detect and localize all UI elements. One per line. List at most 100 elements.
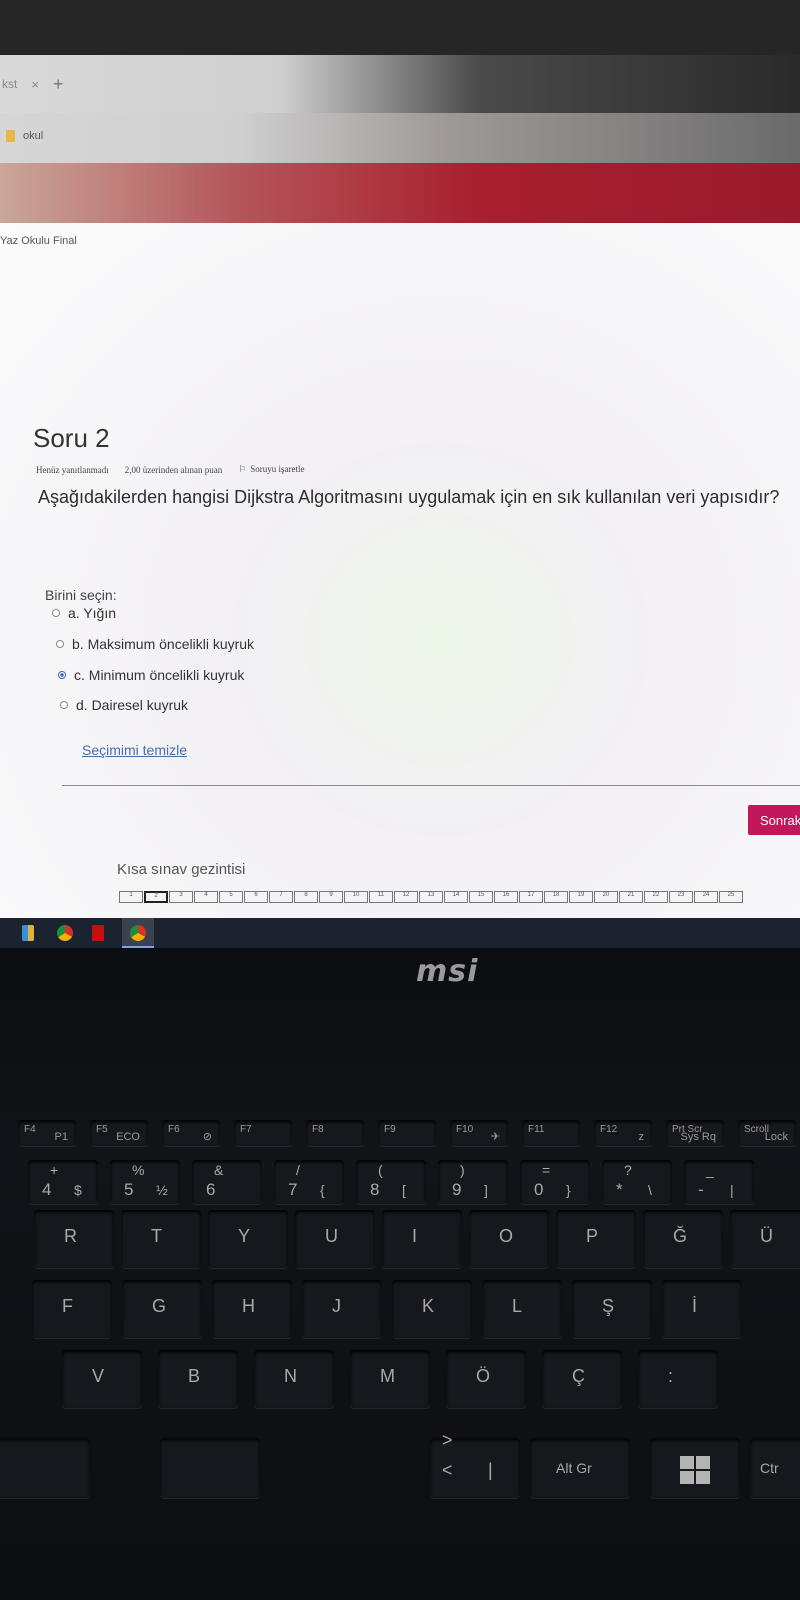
netflix-icon[interactable] (92, 925, 104, 941)
letter-key[interactable]: Ö (446, 1350, 526, 1408)
quiz-nav-button[interactable]: 25 (719, 891, 743, 903)
radio-button[interactable] (52, 609, 60, 617)
letter-key[interactable]: V (62, 1350, 142, 1408)
ctrl-key[interactable]: Ctr (750, 1438, 800, 1498)
quiz-nav-button[interactable]: 1 (119, 891, 143, 903)
answer-option-d[interactable]: d. Dairesel kuyruk (60, 697, 188, 713)
letter-key[interactable]: : (638, 1350, 718, 1408)
tab-title: kst (2, 77, 18, 91)
key-label: ? (624, 1162, 632, 1178)
keyboard-key[interactable] (0, 1438, 90, 1498)
answer-option-c[interactable]: c. Minimum öncelikli kuyruk (58, 667, 244, 683)
key-label: F4 (24, 1124, 36, 1135)
quiz-nav-button[interactable]: 17 (519, 891, 543, 903)
next-button[interactable]: Sonrak (748, 805, 800, 835)
windows-key[interactable] (650, 1438, 740, 1498)
file-explorer-icon[interactable] (22, 925, 34, 941)
letter-key[interactable]: Ş (572, 1280, 652, 1338)
number-key[interactable]: & 6 (192, 1160, 262, 1204)
quiz-nav-button[interactable]: 4 (194, 891, 218, 903)
new-tab-icon[interactable]: + (53, 74, 64, 95)
function-key[interactable]: F12 z (594, 1120, 652, 1146)
function-key[interactable]: F4 P1 (18, 1120, 76, 1146)
number-key[interactable]: ? * \ (602, 1160, 672, 1204)
letter-key[interactable]: Ç (542, 1350, 622, 1408)
letter-key[interactable]: H (212, 1280, 292, 1338)
flag-question-link[interactable]: ⚐ Soruyu işaretle (238, 464, 304, 475)
key-sublabel: Lock (764, 1131, 788, 1143)
bookmark-okul[interactable]: okul (6, 130, 43, 142)
quiz-nav-button[interactable]: 2 (144, 891, 168, 903)
quiz-nav-button[interactable]: 10 (344, 891, 368, 903)
quiz-nav-button[interactable]: 24 (694, 891, 718, 903)
number-key[interactable]: % 5 ½ (110, 1160, 180, 1204)
altgr-key[interactable]: Alt Gr (530, 1438, 630, 1498)
letter-key[interactable]: G (122, 1280, 202, 1338)
letter-key[interactable]: P (556, 1210, 636, 1268)
function-key[interactable]: F11 (522, 1120, 580, 1146)
tab-close-icon[interactable]: × (31, 77, 39, 92)
function-key[interactable]: F10 ✈ (450, 1120, 508, 1146)
quiz-nav-button[interactable]: 19 (569, 891, 593, 903)
function-key[interactable]: F9 (378, 1120, 436, 1146)
quiz-nav-button[interactable]: 16 (494, 891, 518, 903)
quiz-nav-button[interactable]: 20 (594, 891, 618, 903)
function-key[interactable]: Scroll Lock (738, 1120, 796, 1146)
quiz-nav-button[interactable]: 8 (294, 891, 318, 903)
number-key[interactable]: (8 [ (356, 1160, 426, 1204)
chrome-icon[interactable] (130, 925, 146, 941)
letter-key[interactable]: M (350, 1350, 430, 1408)
function-key[interactable]: Prt Scr Sys Rq (666, 1120, 724, 1146)
answer-option-a[interactable]: a. Yığın (52, 605, 116, 621)
letter-key[interactable]: U (295, 1210, 375, 1268)
letter-key[interactable]: N (254, 1350, 334, 1408)
keyboard-key[interactable]: > < | (430, 1430, 520, 1498)
letter-key[interactable]: J (302, 1280, 382, 1338)
clear-selection-link[interactable]: Seçimimi temizle (82, 742, 187, 758)
letter-key[interactable]: F (32, 1280, 112, 1338)
choose-label: Birini seçin: (45, 587, 117, 603)
number-key[interactable]: / 7 { (274, 1160, 344, 1204)
function-key[interactable]: F6 ⊘ (162, 1120, 220, 1146)
letter-key[interactable]: O (469, 1210, 549, 1268)
letter-key[interactable]: L (482, 1280, 562, 1338)
number-key[interactable]: +4 $ (28, 1160, 98, 1204)
quiz-nav-button[interactable]: 6 (244, 891, 268, 903)
quiz-nav-button[interactable]: 13 (419, 891, 443, 903)
function-key[interactable]: F5 ECO (90, 1120, 148, 1146)
quiz-nav-button[interactable]: 14 (444, 891, 468, 903)
quiz-nav-button[interactable]: 12 (394, 891, 418, 903)
quiz-nav-button[interactable]: 5 (219, 891, 243, 903)
key-label: H (242, 1296, 255, 1316)
letter-key[interactable]: K (392, 1280, 472, 1338)
quiz-nav-button[interactable]: 18 (544, 891, 568, 903)
letter-key[interactable]: Ü (730, 1210, 800, 1268)
browser-tab[interactable]: kst × + (0, 69, 63, 99)
radio-button[interactable] (56, 640, 64, 648)
radio-button-selected[interactable] (58, 671, 66, 679)
quiz-nav-button[interactable]: 7 (269, 891, 293, 903)
function-key[interactable]: F7 (234, 1120, 292, 1146)
letter-key[interactable]: B (158, 1350, 238, 1408)
quiz-nav-button[interactable]: 3 (169, 891, 193, 903)
keyboard-key[interactable] (160, 1438, 260, 1498)
function-key[interactable]: F8 (306, 1120, 364, 1146)
answer-option-b[interactable]: b. Maksimum öncelikli kuyruk (56, 636, 254, 652)
letter-key[interactable]: Y (208, 1210, 288, 1268)
quiz-nav-button[interactable]: 22 (644, 891, 668, 903)
letter-key[interactable]: Ğ (643, 1210, 723, 1268)
number-key[interactable]: = 0} (520, 1160, 590, 1204)
quiz-nav-button[interactable]: 9 (319, 891, 343, 903)
quiz-nav-button[interactable]: 23 (669, 891, 693, 903)
number-key[interactable]: _ - | (684, 1160, 754, 1204)
chrome-icon[interactable] (57, 925, 73, 941)
radio-button[interactable] (60, 701, 68, 709)
quiz-nav-button[interactable]: 11 (369, 891, 393, 903)
letter-key[interactable]: T (121, 1210, 201, 1268)
quiz-nav-button[interactable]: 15 (469, 891, 493, 903)
letter-key[interactable]: İ (662, 1280, 742, 1338)
letter-key[interactable]: I (382, 1210, 462, 1268)
letter-key[interactable]: R (34, 1210, 114, 1268)
quiz-nav-button[interactable]: 21 (619, 891, 643, 903)
number-key[interactable]: ) 9] (438, 1160, 508, 1204)
